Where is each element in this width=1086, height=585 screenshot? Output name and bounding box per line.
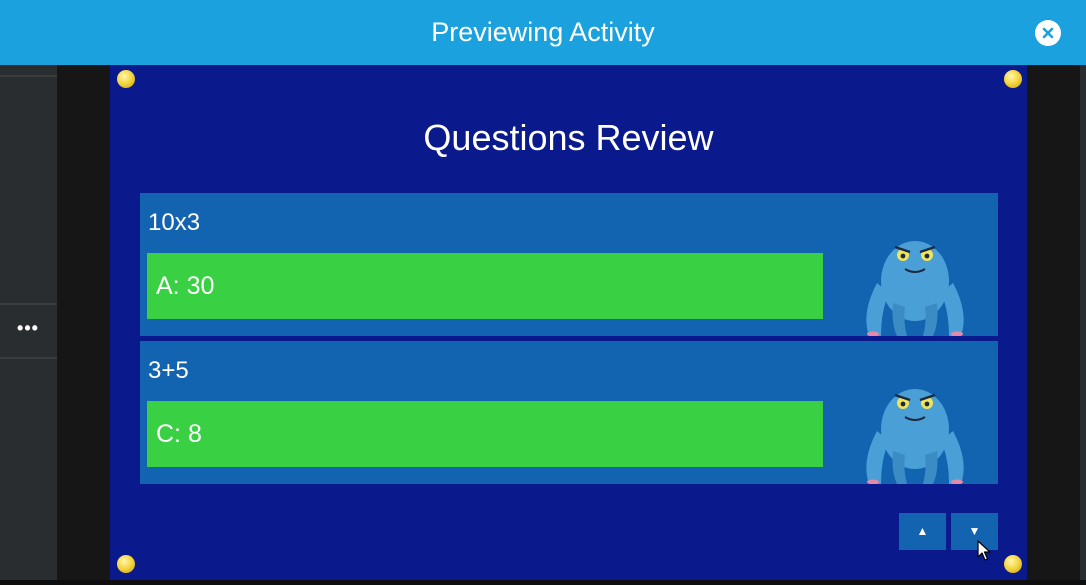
question-text: 3+5: [148, 357, 189, 384]
answer-text: C: 8: [156, 420, 202, 448]
question-card: 10x3 A: 30: [140, 193, 998, 336]
panel-divider: [0, 303, 57, 305]
activity-stage: Questions Review 10x3 A: 30 3+5 C: 8 ▲ ▼: [110, 65, 1027, 580]
corner-stud-icon: [1004, 555, 1022, 573]
activity-title: Questions Review: [423, 117, 714, 158]
panel-divider: [0, 357, 57, 359]
answer-bar: A: 30: [147, 253, 823, 319]
monster-icon: [866, 241, 964, 336]
editor-side-panel: •••: [0, 65, 57, 580]
question-text: 10x3: [148, 209, 201, 236]
more-options-button[interactable]: •••: [10, 313, 46, 343]
editor-side-panel-right: [1080, 65, 1086, 580]
answer-bar: C: 8: [147, 401, 823, 467]
mouse-cursor-icon: [977, 540, 991, 561]
preview-header: Previewing Activity: [0, 0, 1086, 65]
corner-stud-icon: [1004, 70, 1022, 88]
panel-divider: [0, 75, 57, 77]
scroll-up-button[interactable]: ▲: [899, 513, 946, 550]
stage-gutter-right: [1027, 65, 1086, 580]
monster-icon: [866, 389, 964, 484]
stage-gutter-left: [57, 65, 110, 580]
preview-title: Previewing Activity: [431, 17, 655, 47]
chevron-up-icon: ▲: [916, 524, 929, 538]
question-card: 3+5 C: 8: [140, 341, 998, 484]
answer-text: A: 30: [156, 272, 215, 300]
chevron-down-icon: ▼: [968, 524, 981, 538]
bottom-edge: [0, 580, 1086, 585]
close-button[interactable]: [1035, 20, 1061, 46]
close-icon: [1042, 27, 1054, 39]
corner-stud-icon: [117, 70, 135, 88]
corner-stud-icon: [117, 555, 135, 573]
